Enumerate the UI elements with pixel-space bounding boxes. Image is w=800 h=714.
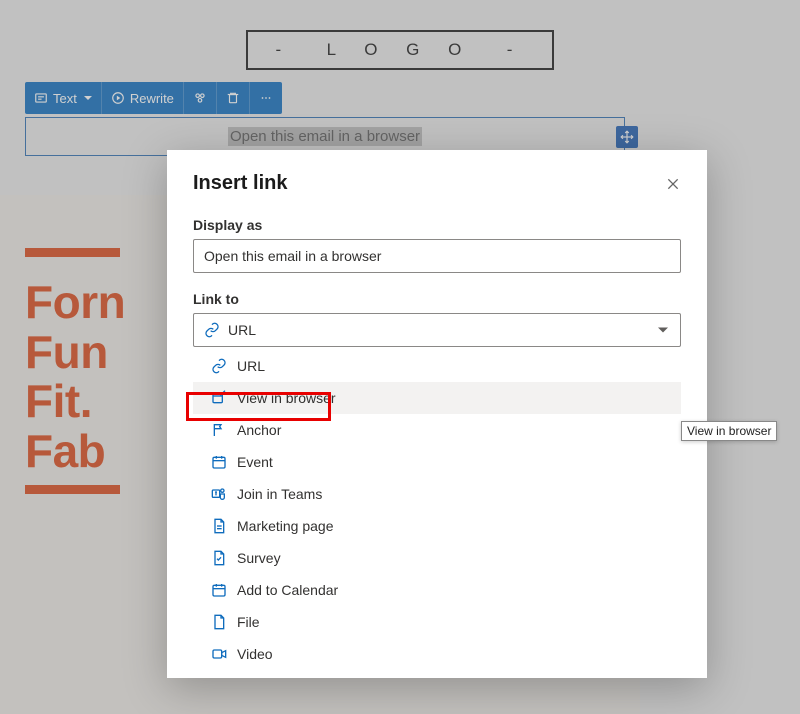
dropdown-selected-value: URL [228,322,256,338]
display-as-label: Display as [193,217,681,233]
chevron-down-icon [658,328,668,333]
option-file[interactable]: File [193,606,681,638]
page-icon [211,518,227,534]
close-icon[interactable] [665,176,681,192]
file-icon [211,614,227,630]
option-label: Video [237,646,273,662]
calendar-icon [211,582,227,598]
modal-title: Insert link [193,172,287,195]
option-label: URL [237,358,265,374]
option-view-in-browser[interactable]: View in browser [193,382,681,414]
option-survey[interactable]: Survey [193,542,681,574]
insert-link-modal: Insert link Display as Link to URL URL V… [167,150,707,678]
link-icon [211,358,227,374]
option-label: Marketing page [237,518,334,534]
link-to-label: Link to [193,291,681,307]
event-icon [211,454,227,470]
link-to-dropdown[interactable]: URL [193,313,681,347]
link-to-options-list: URL View in browser Anchor Event Join in… [193,350,681,670]
option-label: File [237,614,260,630]
anchor-flag-icon [211,422,227,438]
option-label: View in browser [237,390,336,406]
option-label: Survey [237,550,281,566]
option-add-to-calendar[interactable]: Add to Calendar [193,574,681,606]
option-label: Add to Calendar [237,582,338,598]
teams-icon [211,486,227,502]
option-label: Anchor [237,422,281,438]
link-icon [204,322,220,338]
option-label: Join in Teams [237,486,322,502]
browser-icon [211,390,227,406]
display-as-input[interactable] [193,239,681,273]
survey-icon [211,550,227,566]
option-anchor[interactable]: Anchor [193,414,681,446]
option-event[interactable]: Event [193,446,681,478]
option-label: Event [237,454,273,470]
tooltip: View in browser [681,421,777,441]
option-url[interactable]: URL [193,350,681,382]
video-icon [211,646,227,662]
option-marketing-page[interactable]: Marketing page [193,510,681,542]
option-video[interactable]: Video [193,638,681,670]
option-teams[interactable]: Join in Teams [193,478,681,510]
